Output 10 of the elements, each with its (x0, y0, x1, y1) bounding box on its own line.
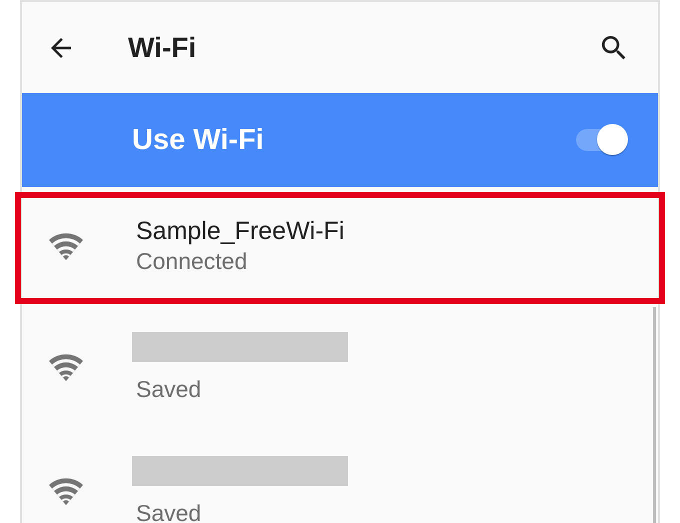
toggle-switch[interactable] (574, 123, 630, 157)
screen-title: Wi-Fi (128, 32, 198, 64)
switch-label: Use Wi-Fi (132, 124, 265, 156)
wifi-signal-icon (48, 476, 84, 506)
network-status: Saved (136, 500, 202, 523)
wifi-signal-icon (48, 352, 84, 382)
network-name: Sample_FreeWi-Fi (136, 217, 344, 246)
network-status: Connected (136, 248, 248, 275)
wifi-signal-icon (48, 231, 84, 261)
network-status: Saved (136, 376, 202, 402)
